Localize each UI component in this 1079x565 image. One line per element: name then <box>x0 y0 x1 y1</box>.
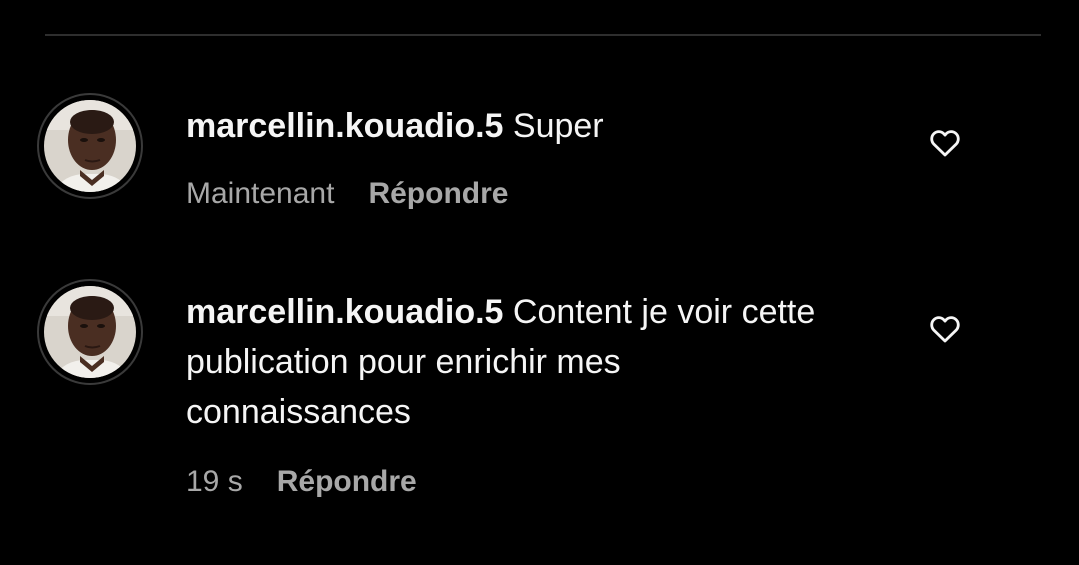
comment-username[interactable]: marcellin.kouadio.5 <box>186 293 503 331</box>
reply-button[interactable]: Répondre <box>368 174 508 214</box>
reply-button[interactable]: Répondre <box>277 462 417 502</box>
avatar-photo-icon <box>44 100 136 192</box>
avatar[interactable] <box>37 279 143 385</box>
comment-timestamp: 19 s <box>186 465 243 498</box>
comment-meta: Maintenant Répondre <box>186 174 508 214</box>
comment-meta: 19 s Répondre <box>186 462 417 502</box>
avatar-photo-icon <box>44 286 136 378</box>
comment-body: marcellin.kouadio.5 Content je voir cett… <box>186 287 826 437</box>
comment-body: marcellin.kouadio.5 Super <box>186 101 886 151</box>
comment-username[interactable]: marcellin.kouadio.5 <box>186 107 503 145</box>
top-divider <box>45 34 1041 36</box>
avatar[interactable] <box>37 93 143 199</box>
heart-outline-icon[interactable] <box>928 312 962 346</box>
heart-outline-icon[interactable] <box>928 126 962 160</box>
comment-text: Super <box>512 107 604 145</box>
comment-timestamp: Maintenant <box>186 177 335 210</box>
